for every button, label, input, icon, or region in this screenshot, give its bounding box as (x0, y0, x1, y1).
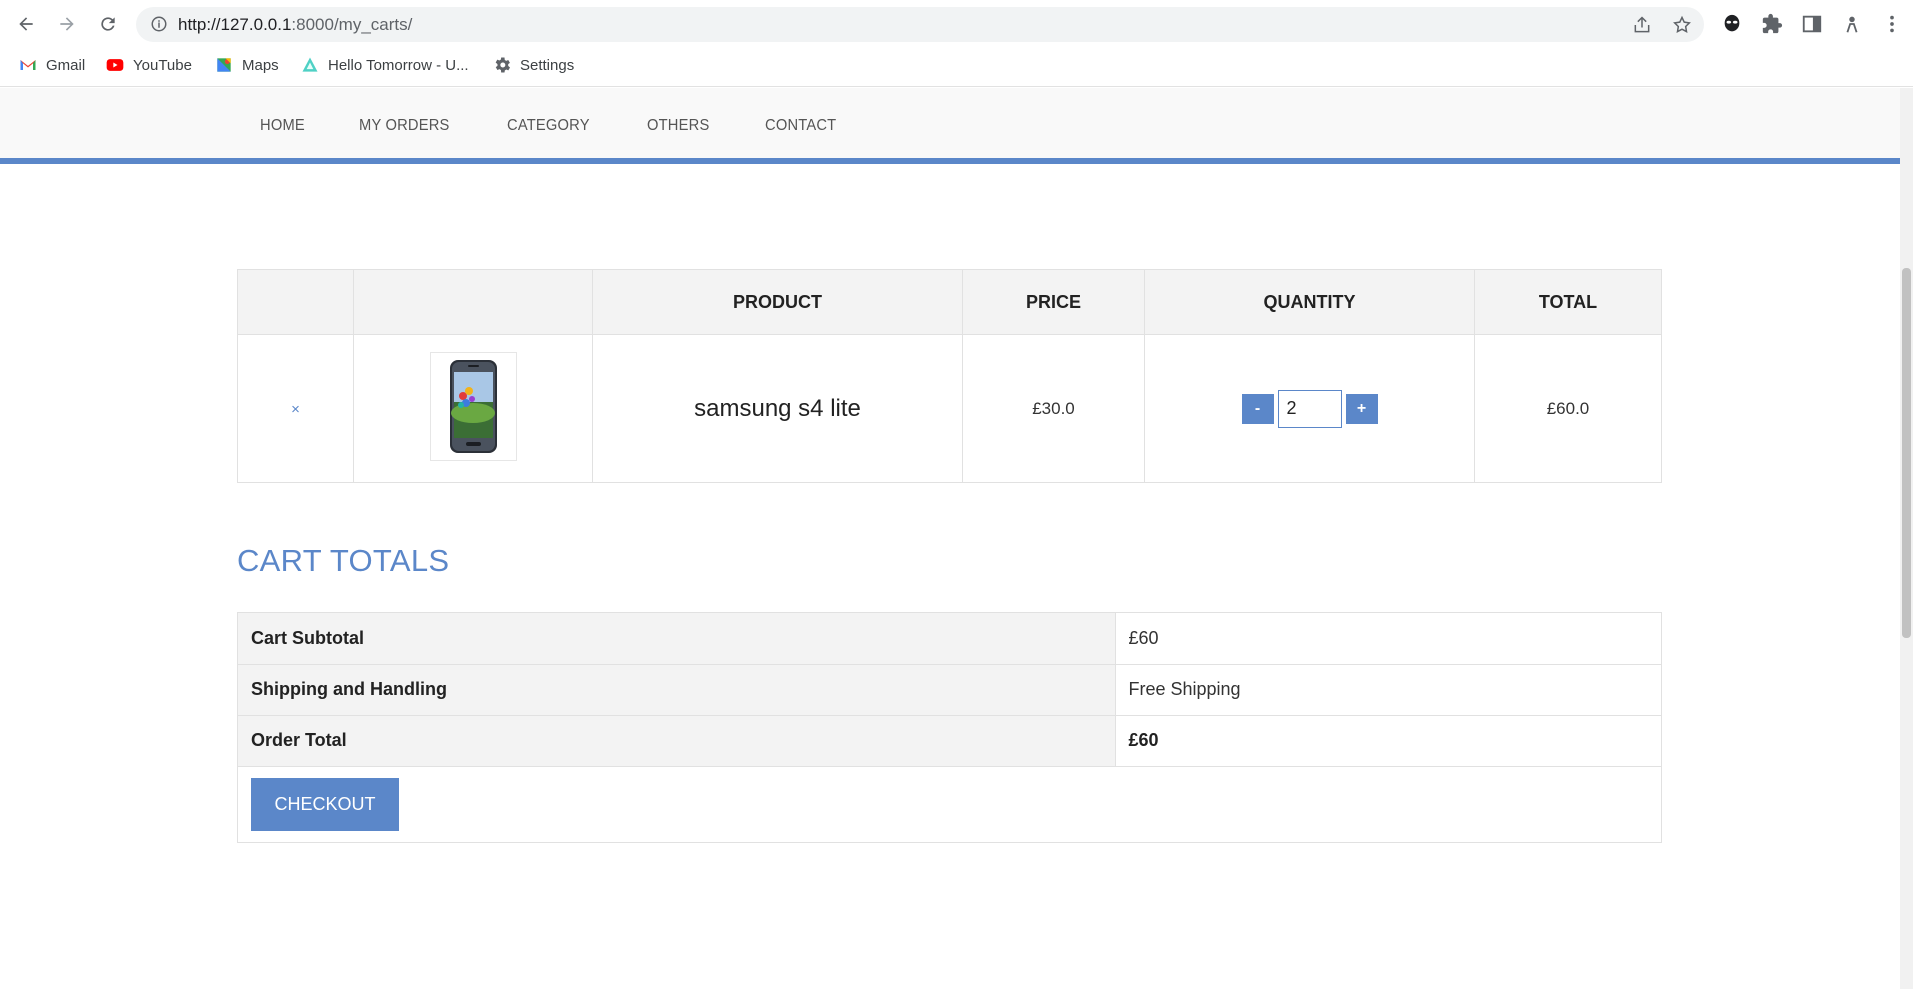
product-price: £30.0 (1032, 398, 1075, 418)
nav-contact[interactable]: CONTACT (742, 117, 859, 135)
forward-arrow-icon (60, 17, 74, 31)
decrease-quantity-button[interactable]: - (1241, 393, 1274, 424)
quantity-stepper: - + (1241, 389, 1378, 428)
remove-cell: × (237, 334, 354, 483)
col-remove-header (237, 269, 354, 335)
side-panel-icon[interactable] (1800, 12, 1824, 36)
remove-item-button[interactable]: × (291, 401, 300, 418)
subtotal-value: £60 (1115, 613, 1661, 665)
bookmark-label: YouTube (133, 56, 192, 74)
url-text[interactable]: http://127.0.0.1:8000/my_carts/ (178, 15, 412, 35)
extension-alien-icon[interactable] (1720, 12, 1744, 36)
page-scrollbar[interactable] (1900, 88, 1913, 989)
address-bar[interactable]: http://127.0.0.1:8000/my_carts/ (136, 7, 1704, 42)
cart-totals-title: CART TOTALS (237, 543, 450, 578)
cart-table: PRODUCT PRICE QUANTITY TOTAL × samsung s… (237, 269, 1662, 483)
order-total-label: Order Total (238, 715, 1116, 767)
thumbnail-cell (353, 334, 593, 483)
product-thumbnail[interactable] (429, 352, 517, 461)
bookmarks-bar: Gmail YouTube Maps Hello Tomorrow - U...… (0, 52, 1913, 78)
site-header: HOME MY ORDERS CATEGORY OTHERS CONTACT (0, 88, 1900, 164)
back-button[interactable] (12, 10, 40, 38)
url-path: :8000/my_carts/ (291, 15, 413, 34)
col-thumbnail-header (353, 269, 593, 335)
price-cell: £30.0 (962, 334, 1145, 483)
browser-chrome: http://127.0.0.1:8000/my_carts/ Gmail Yo… (0, 0, 1913, 87)
nav-others[interactable]: OTHERS (624, 117, 732, 135)
url-host: http://127.0.0.1 (178, 15, 292, 34)
quantity-cell: - + (1144, 334, 1475, 483)
main-nav: HOME MY ORDERS CATEGORY OTHERS CONTACT (237, 88, 870, 164)
increase-quantity-button[interactable]: + (1345, 393, 1378, 424)
subtotal-label: Cart Subtotal (238, 613, 1116, 665)
bookmark-star-icon[interactable] (1672, 15, 1692, 35)
table-row: Cart Subtotal £60 (238, 613, 1661, 665)
bookmark-gmail[interactable]: Gmail (18, 54, 85, 76)
shipping-label: Shipping and Handling (238, 664, 1116, 716)
bookmark-hello-tomorrow[interactable]: Hello Tomorrow - U... (300, 54, 469, 76)
site-info-icon[interactable] (150, 15, 168, 33)
nav-category[interactable]: CATEGORY (484, 117, 613, 135)
phone-image (449, 360, 497, 453)
col-price-header: PRICE (962, 269, 1145, 335)
bookmark-youtube[interactable]: YouTube (105, 54, 192, 76)
order-total-value: £60 (1115, 715, 1661, 767)
line-total: £60.0 (1546, 398, 1590, 418)
bookmark-label: Hello Tomorrow - U... (328, 56, 469, 74)
table-row: Order Total £60 (238, 715, 1661, 767)
checkout-button[interactable]: CHECKOUT (251, 778, 399, 831)
product-name[interactable]: samsung s4 lite (694, 395, 861, 422)
forward-button[interactable] (53, 10, 81, 38)
cart-table-header: PRODUCT PRICE QUANTITY TOTAL (237, 269, 1662, 335)
gmail-icon (20, 60, 36, 70)
col-total-header: TOTAL (1474, 269, 1662, 335)
table-row: × samsung s4 lite £30.0 - 2 + £60.0 (237, 334, 1662, 483)
youtube-icon (106, 59, 124, 71)
total-cell: £60.0 (1474, 334, 1662, 483)
scrollbar-thumb[interactable] (1902, 268, 1911, 638)
product-cell: samsung s4 lite (592, 334, 963, 483)
nav-my-orders[interactable]: MY ORDERS (336, 117, 473, 135)
back-arrow-icon (19, 17, 33, 31)
browser-menu-icon[interactable] (1880, 12, 1904, 36)
cart-totals-box: Cart Subtotal £60 Shipping and Handling … (237, 612, 1662, 843)
cart-totals-table: Cart Subtotal £60 Shipping and Handling … (238, 613, 1661, 767)
quantity-input[interactable] (1277, 389, 1342, 428)
table-row: Shipping and Handling Free Shipping (238, 664, 1661, 716)
reload-icon (101, 17, 115, 31)
col-product-header: PRODUCT (592, 269, 963, 335)
bookmark-label: Maps (242, 56, 279, 74)
bookmark-label: Gmail (46, 56, 86, 74)
shipping-value: Free Shipping (1115, 664, 1661, 716)
col-quantity-header: QUANTITY (1144, 269, 1475, 335)
bookmark-settings[interactable]: Settings (492, 54, 574, 76)
hello-tomorrow-icon (302, 57, 318, 72)
bookmark-maps[interactable]: Maps (214, 54, 279, 76)
nav-home[interactable]: HOME (237, 117, 328, 135)
gear-icon (495, 57, 510, 73)
maps-icon (217, 58, 231, 72)
reload-button[interactable] (94, 10, 122, 38)
profile-avatar-icon[interactable] (1840, 12, 1864, 36)
share-icon[interactable] (1632, 15, 1652, 35)
bookmark-label: Settings (520, 56, 575, 74)
extensions-puzzle-icon[interactable] (1760, 12, 1784, 36)
